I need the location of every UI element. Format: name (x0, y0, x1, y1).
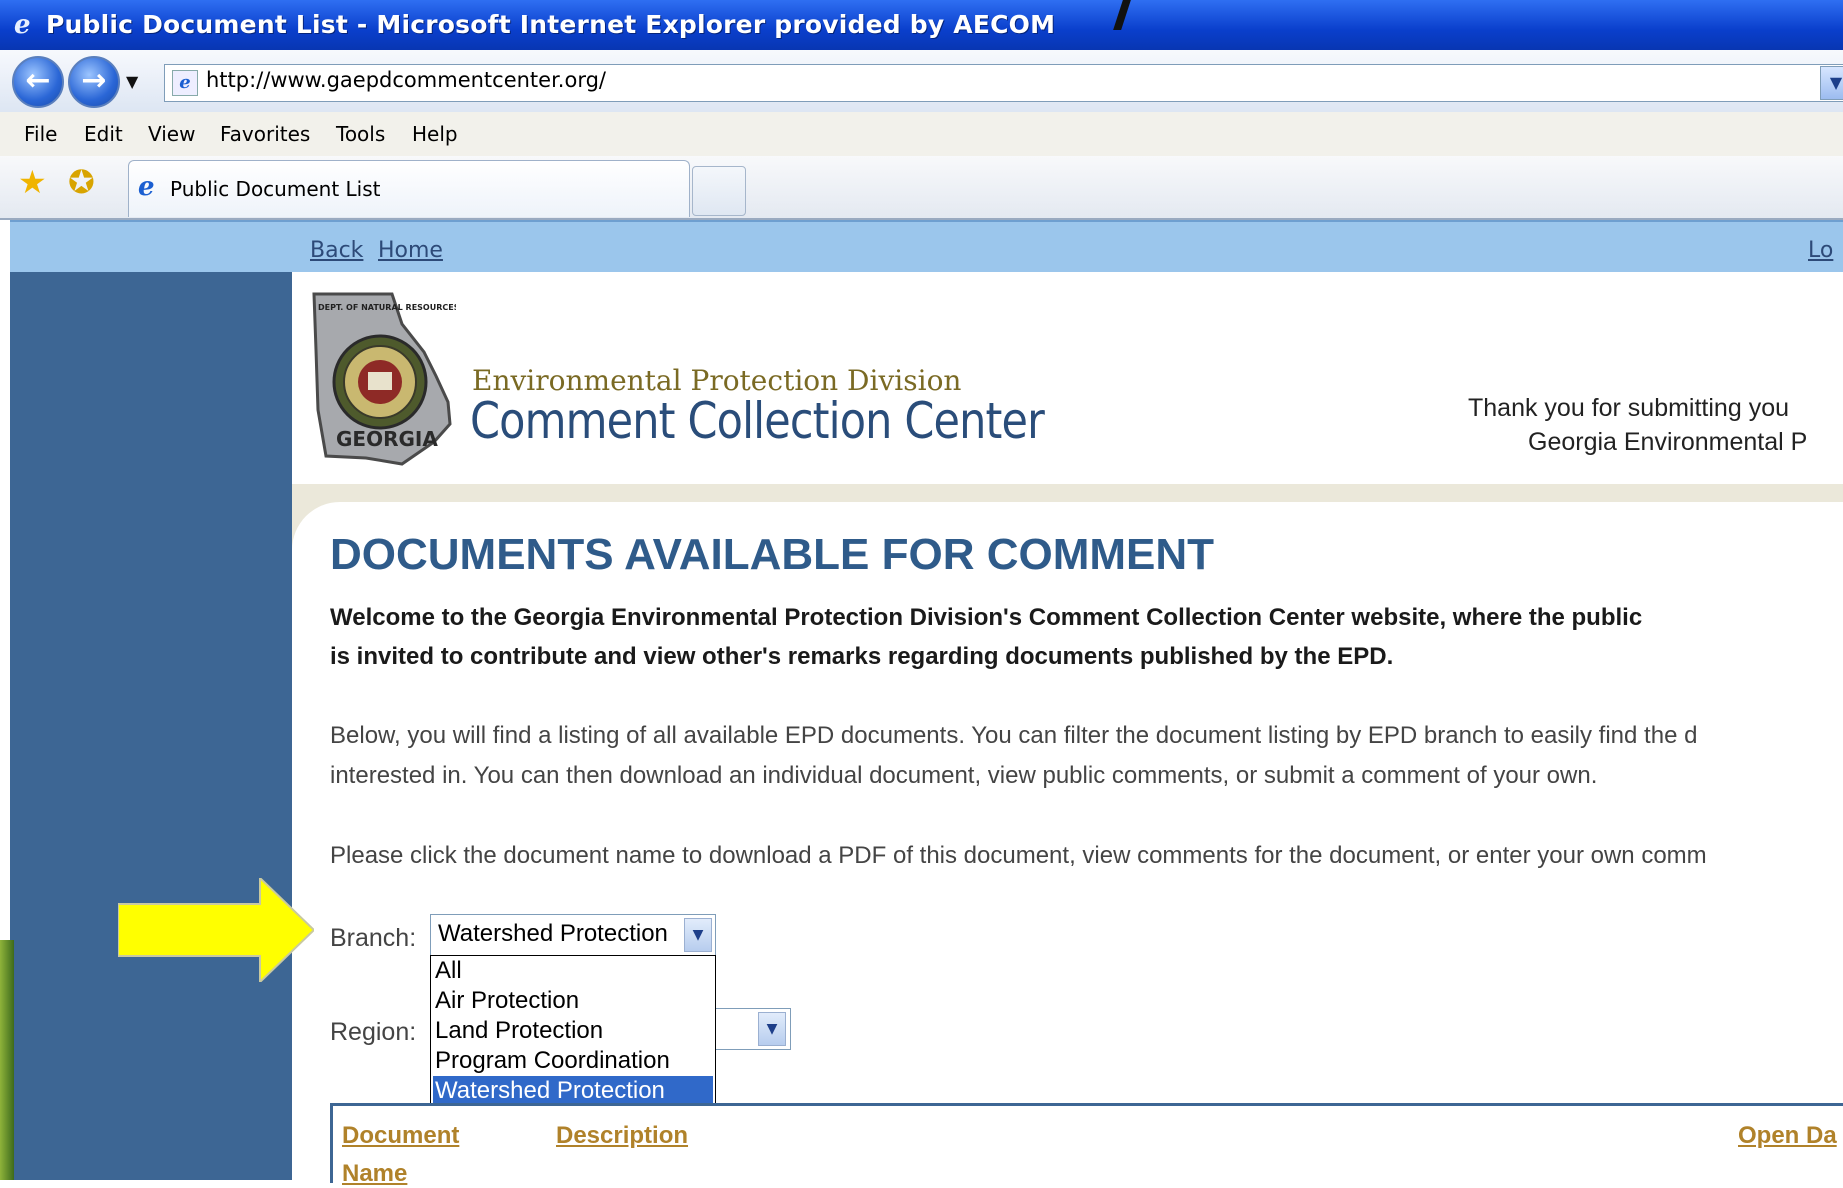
history-dropdown-icon[interactable]: ▼ (126, 72, 138, 91)
branch-option-air[interactable]: Air Protection (433, 986, 713, 1016)
seal-text-top: DEPT. OF NATURAL RESOURCES (318, 303, 456, 312)
welcome-text-line1: Welcome to the Georgia Environmental Pro… (330, 604, 1643, 631)
window-title: Public Document List - Microsoft Interne… (46, 10, 1056, 39)
instructions-line1: Below, you will find a listing of all av… (330, 722, 1698, 749)
menu-tools[interactable]: Tools (336, 122, 385, 146)
menu-file[interactable]: File (24, 122, 57, 146)
tab-ie-icon: e (138, 172, 155, 202)
yellow-arrow-icon (118, 878, 314, 982)
region-chevron-down-icon[interactable]: ▼ (758, 1012, 786, 1046)
chevron-down-icon[interactable]: ▼ (684, 918, 712, 952)
menu-help[interactable]: Help (412, 122, 458, 146)
branch-option-program[interactable]: Program Coordination (433, 1046, 713, 1076)
page-title: DOCUMENTS AVAILABLE FOR COMMENT (330, 530, 1215, 579)
back-arrow-icon: ← (25, 63, 51, 98)
branch-selected-value: Watershed Protection (438, 920, 668, 947)
address-dropdown-icon[interactable]: ▼ (1820, 66, 1843, 100)
georgia-seal-logo: DEPT. OF NATURAL RESOURCES GEORGIA (312, 292, 456, 466)
ie-page-icon: e (172, 70, 198, 96)
col-document-name-line2[interactable]: Name (342, 1160, 407, 1188)
branch-label: Branch: (330, 924, 417, 952)
seal-text-bottom: GEORGIA (336, 427, 438, 451)
menu-view[interactable]: View (148, 122, 195, 146)
instructions-line2: interested in. You can then download an … (330, 762, 1598, 789)
slide-decoration (0, 940, 14, 1180)
region-label: Region: (330, 1018, 417, 1046)
menu-favorites[interactable]: Favorites (220, 122, 310, 146)
branch-dropdown-list: All Air Protection Land Protection Progr… (430, 955, 716, 1111)
thanks-message-line2: Georgia Environmental P (1528, 428, 1808, 456)
click-instructions: Please click the document name to downlo… (330, 842, 1707, 869)
menu-edit[interactable]: Edit (84, 122, 123, 146)
forward-arrow-icon: → (81, 63, 107, 98)
col-description[interactable]: Description (556, 1122, 688, 1150)
left-panel (10, 272, 292, 1180)
back-link[interactable]: Back (310, 238, 363, 263)
ie-logo-icon: e (14, 10, 31, 40)
home-link[interactable]: Home (378, 238, 443, 263)
branch-option-all[interactable]: All (433, 956, 713, 986)
branch-option-land[interactable]: Land Protection (433, 1016, 713, 1046)
favorites-star-icon[interactable]: ★ (18, 166, 47, 198)
forward-button[interactable]: → (68, 56, 120, 108)
logout-link-partial[interactable]: Lo (1808, 238, 1833, 263)
site-title: Comment Collection Center (470, 392, 1045, 450)
branch-option-watershed[interactable]: Watershed Protection (433, 1076, 713, 1106)
col-open-date[interactable]: Open Da (1738, 1122, 1837, 1150)
tab-label: Public Document List (170, 177, 381, 201)
address-input[interactable]: http://www.gaepdcommentcenter.org/ (206, 68, 606, 92)
back-button[interactable]: ← (12, 56, 64, 108)
welcome-text-line2: is invited to contribute and view other'… (330, 643, 1394, 670)
thanks-message-line1: Thank you for submitting you (1468, 394, 1789, 422)
add-favorite-icon[interactable]: ✪ (68, 166, 95, 198)
col-document-name[interactable]: Document (342, 1122, 459, 1150)
new-tab-button[interactable] (692, 166, 746, 216)
site-nav-strip (10, 220, 1843, 274)
